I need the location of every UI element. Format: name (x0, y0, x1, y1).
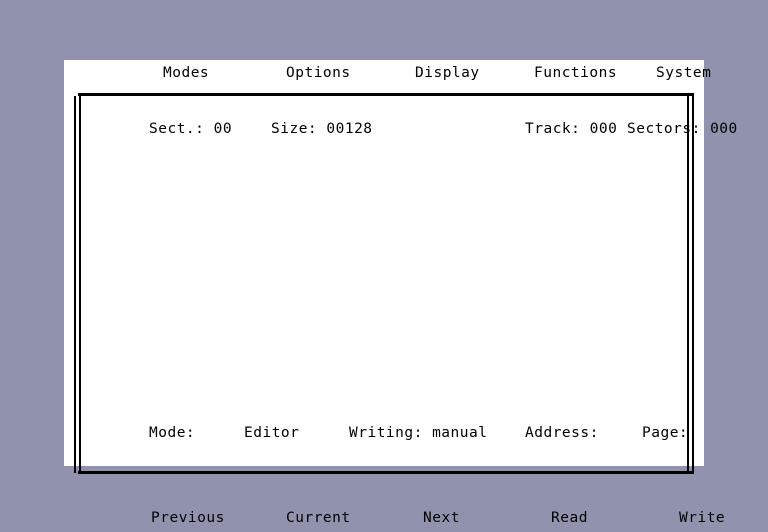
sector-size-field: Size: 00128 (271, 121, 373, 137)
sector-editor-window: Modes Options Display Functions System S… (64, 60, 737, 526)
menu-item-modes[interactable]: Modes (163, 64, 209, 82)
frame-left-border (74, 96, 81, 473)
menu-item-system[interactable]: System (656, 64, 711, 82)
address-label: Address: (525, 425, 599, 441)
fn-button-previous[interactable]: Previous (151, 508, 225, 528)
editor-frame: Sect.: 00 Size: 00128 Track: 000 Sectors… (74, 93, 737, 505)
sector-number-field: Sect.: 00 (149, 121, 233, 137)
hex-edit-canvas[interactable] (84, 155, 684, 445)
fn-button-write[interactable]: Write (679, 508, 725, 528)
menu-item-display[interactable]: Display (415, 64, 480, 82)
menu-item-functions[interactable]: Functions (534, 64, 617, 82)
menu-item-options[interactable]: Options (286, 64, 351, 82)
editor-status-row: Mode: Editor Writing: manual Address: Pa… (74, 423, 694, 443)
writing-mode-field: Writing: manual (349, 425, 488, 441)
mode-label: Mode: (149, 425, 196, 441)
sector-info-row: Sect.: 00 Size: 00128 Track: 000 Sectors… (74, 119, 737, 139)
track-field: Track: 000 (525, 121, 618, 137)
fn-button-read[interactable]: Read (551, 508, 588, 528)
mode-value: Editor (244, 425, 300, 441)
fn-button-next[interactable]: Next (423, 508, 460, 528)
frame-right-border (687, 96, 694, 473)
function-key-bar: Previous Current Next Read Write (64, 506, 725, 532)
frame-bottom-border (78, 471, 694, 474)
frame-top-border (78, 93, 694, 96)
menu-bar: Modes Options Display Functions System (64, 60, 711, 93)
page-label: Page: (642, 425, 689, 441)
sectors-count-field: Sectors: 000 (627, 121, 738, 137)
fn-button-current[interactable]: Current (286, 508, 351, 528)
